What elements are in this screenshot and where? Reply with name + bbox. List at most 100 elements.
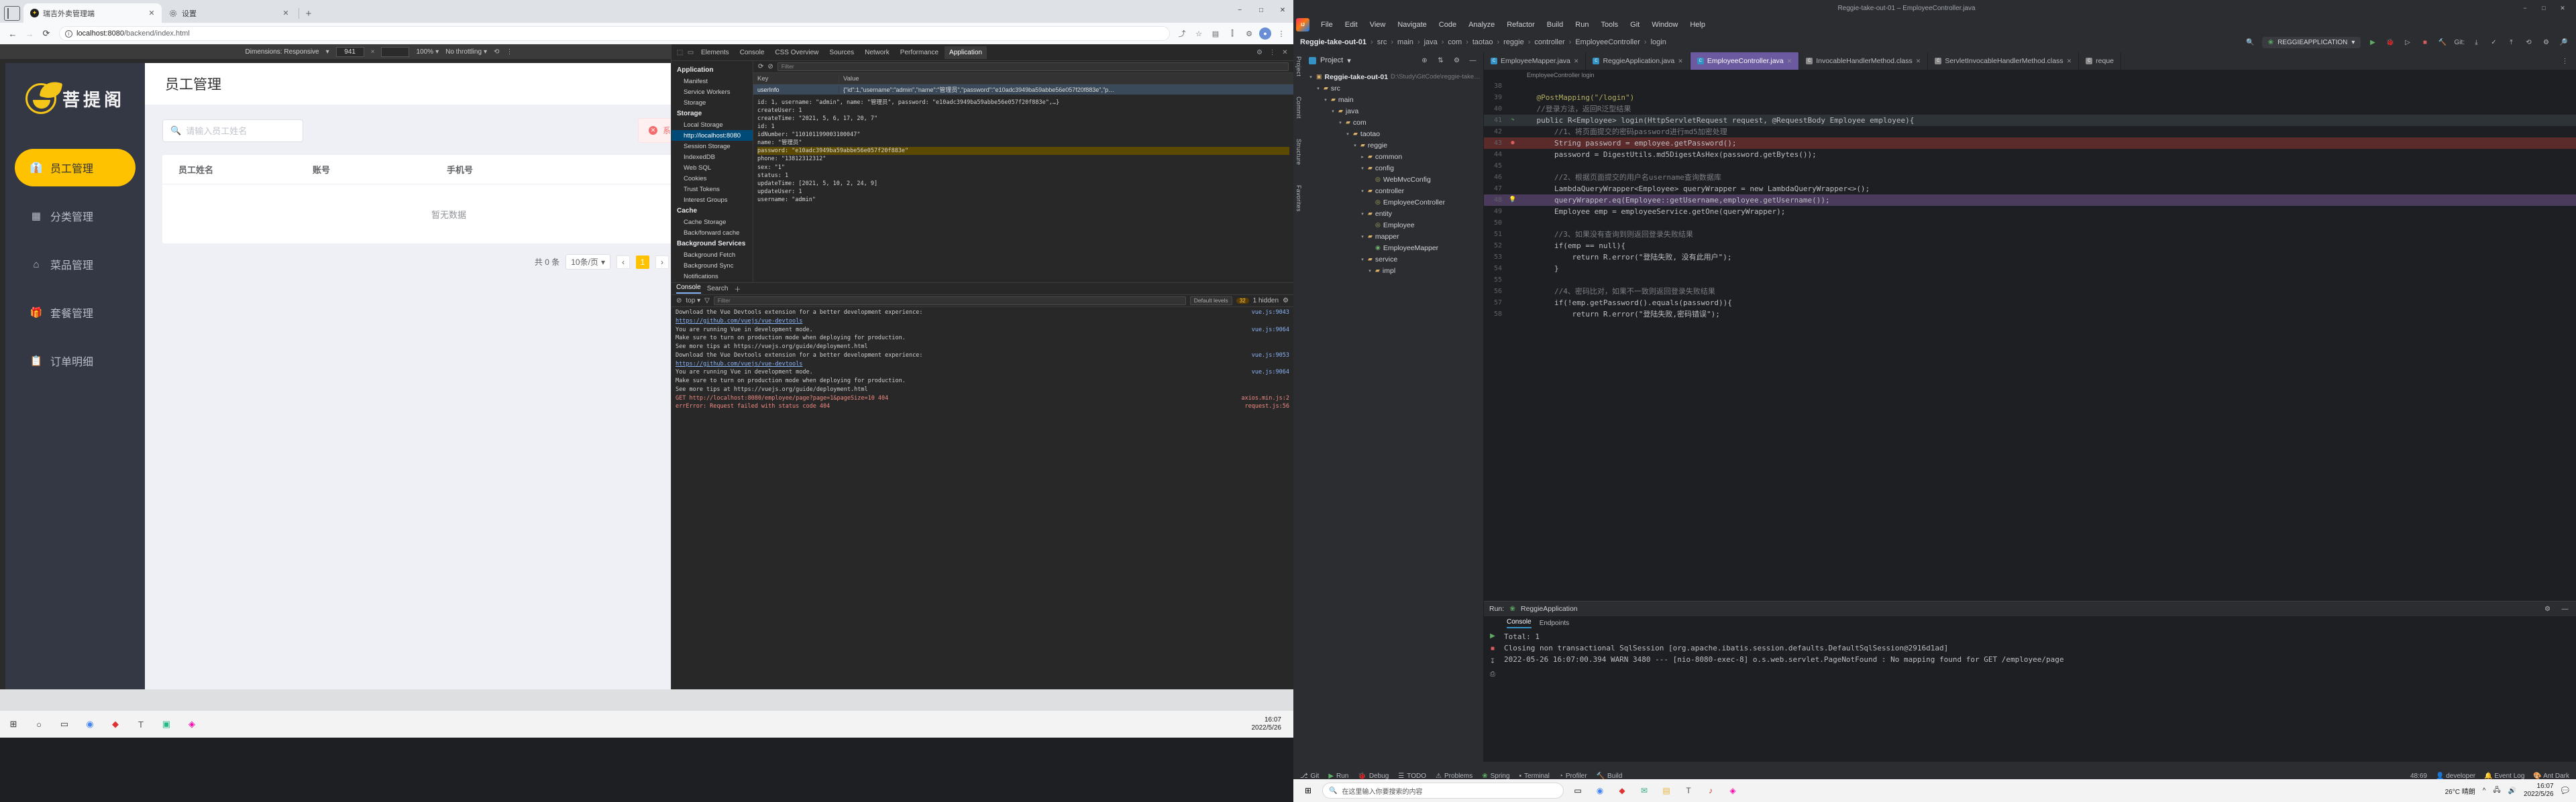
console-line-5-src[interactable]: vue.js:9053 (1252, 351, 1289, 360)
collections-icon[interactable]: ▤ (1209, 27, 1222, 40)
tree-item-background-fetch[interactable]: Background Fetch (672, 249, 753, 260)
project-tree-row[interactable]: ▾ ▰ reggie (1304, 139, 1483, 151)
menu-file[interactable]: File (1315, 19, 1339, 31)
tray-chevron-icon[interactable]: ^ (2483, 787, 2486, 795)
viewport-width-input[interactable]: 941 (335, 46, 364, 57)
project-tree-row[interactable]: ▾ ▰ service (1304, 253, 1483, 265)
search-icon[interactable]: 🔎 (2558, 37, 2569, 48)
kebab-icon[interactable]: ⋮ (2559, 56, 2571, 67)
search-icon[interactable]: ○ (31, 716, 47, 732)
editor-tab-1[interactable]: C ReggieApplication.java ✕ (1586, 52, 1690, 70)
chevron-down-icon[interactable]: ▾ (1347, 56, 1351, 65)
status-problems[interactable]: ⚠ Problems (1436, 772, 1472, 780)
kebab-icon[interactable]: ⋮ (506, 48, 513, 56)
close-icon[interactable]: ✕ (1678, 58, 1683, 65)
devtools-tab-sources[interactable]: Sources (824, 46, 859, 59)
chevron-down-icon[interactable]: ▾ (326, 48, 329, 56)
throttling-select[interactable]: No throttling ▾ (445, 48, 487, 56)
status-run[interactable]: ▶ Run (1328, 772, 1348, 780)
tree-item-manifest[interactable]: Manifest (672, 76, 753, 87)
menu-window[interactable]: Window (1646, 19, 1684, 31)
device-toggle-icon[interactable]: ▭ (686, 48, 695, 57)
status-build[interactable]: 🔨 Build (1597, 772, 1623, 780)
console-line-11-src[interactable]: request.js:56 (1244, 402, 1289, 411)
idea-icon[interactable]: ◈ (184, 716, 200, 732)
expand-arrow-icon[interactable]: ▾ (1360, 188, 1365, 194)
trace-icon[interactable]: ↧ (1490, 658, 1495, 665)
debug-icon[interactable]: 🐞 (2384, 37, 2396, 48)
prev-page-button[interactable]: ‹ (616, 255, 630, 269)
editor-tab-3[interactable]: C InvocableHandlerMethod.class ✕ (1799, 52, 1929, 70)
network-icon[interactable]: 🖧 (2493, 785, 2500, 797)
tree-item-indexeddb[interactable]: IndexedDB (672, 152, 753, 162)
crumb-src[interactable]: src (1377, 38, 1387, 46)
minimize-button[interactable]: − (1229, 0, 1250, 20)
rotate-icon[interactable]: ⟲ (494, 48, 499, 56)
qq-icon[interactable]: ◆ (1614, 783, 1630, 799)
zoom-select[interactable]: 100% ▾ (416, 48, 439, 56)
crumb-project[interactable]: Reggie-take-out-01 (1300, 38, 1366, 46)
page-size-select[interactable]: 10条/页 ▾ (566, 254, 610, 270)
share-icon[interactable]: ⤴ (1175, 27, 1189, 40)
toolwindow-favorites[interactable]: Favorites (1295, 185, 1302, 212)
qq-icon[interactable]: ◆ (107, 716, 123, 732)
menu-build[interactable]: Build (1541, 19, 1569, 31)
crumb-class[interactable]: EmployeeController (1575, 38, 1640, 46)
start-icon[interactable]: ⊞ (1300, 783, 1316, 799)
toolwindow-commit[interactable]: Commit (1295, 97, 1302, 119)
expand-arrow-icon[interactable]: ▾ (1360, 257, 1365, 262)
kebab-icon[interactable]: ⋮ (1268, 48, 1277, 57)
project-tree-row[interactable]: ▾ ▰ config (1304, 162, 1483, 174)
collapse-all-icon[interactable]: ⇅ (1435, 55, 1446, 66)
editor-tab-0[interactable]: C EmployeeMapper.java ✕ (1484, 52, 1587, 70)
sidebar-item-employee[interactable]: 👔 员工管理 (15, 149, 136, 186)
project-tree-row[interactable]: ◉ EmployeeMapper (1304, 242, 1483, 253)
tab-search-icon[interactable] (4, 6, 20, 21)
run-icon[interactable]: ▶ (2367, 37, 2378, 48)
menu-refactor[interactable]: Refactor (1501, 19, 1541, 31)
expand-arrow-icon[interactable]: ▾ (1360, 211, 1365, 217)
crumb-method[interactable]: login (1651, 38, 1666, 46)
event-log-label[interactable]: 🔔 Event Log (2484, 772, 2524, 780)
weather-indicator[interactable]: 26°C 晴朗 (2445, 786, 2475, 796)
status-terminal[interactable]: ▪ Terminal (1519, 772, 1550, 780)
project-tree-row[interactable]: ▾ ▣ Reggie-take-out-01 D:\Study\GitCode\reg… (1304, 71, 1483, 82)
project-tree-row[interactable]: ◎ EmployeeController (1304, 196, 1483, 208)
search-input[interactable]: 🔍 请输入员工姓名 (162, 119, 303, 142)
close-icon[interactable]: ✕ (1281, 48, 1289, 57)
settings-icon[interactable]: ⚙ (2542, 604, 2553, 615)
expand-arrow-icon[interactable]: ▾ (1323, 97, 1328, 103)
star-icon[interactable]: ☆ (1192, 27, 1205, 40)
rerun-icon[interactable]: ▶ (1490, 632, 1495, 640)
status-profiler[interactable]: ◔ Profiler (1559, 772, 1587, 780)
close-icon[interactable]: ✕ (147, 9, 156, 18)
menu-icon[interactable]: ⋮ (1275, 27, 1288, 40)
expand-arrow-icon[interactable]: ▾ (1360, 234, 1365, 239)
project-tree-row[interactable]: ▾ ▰ src (1304, 82, 1483, 94)
taskview-icon[interactable]: ▭ (1570, 783, 1586, 799)
crumb-reggie[interactable]: reggie (1503, 38, 1524, 46)
project-tree-row[interactable]: ▸ ▰ common (1304, 151, 1483, 162)
chrome-icon[interactable]: ◉ (1592, 783, 1608, 799)
caret-position[interactable]: 48:69 (2410, 772, 2427, 780)
settings-gear-icon[interactable]: ⚙ (1255, 48, 1264, 57)
console-line-2-src[interactable]: vue.js:9064 (1252, 326, 1289, 335)
crumb-main[interactable]: main (1397, 38, 1413, 46)
sidebar-item-dish[interactable]: ⌂ 菜品管理 (15, 245, 136, 283)
close-button[interactable]: ✕ (2553, 1, 2572, 15)
run-tab-console[interactable]: Console (1507, 618, 1532, 628)
console-filter-input[interactable]: Filter (713, 296, 1186, 305)
status-spring[interactable]: ❀ Spring (1482, 772, 1509, 780)
menu-git[interactable]: Git (1624, 19, 1646, 31)
project-tree-row[interactable]: ▾ ▰ mapper (1304, 231, 1483, 242)
drawer-tab-console[interactable]: Console (676, 284, 701, 294)
taskview-icon[interactable]: ▭ (56, 716, 72, 732)
menu-navigate[interactable]: Navigate (1391, 19, 1432, 31)
expand-arrow-icon[interactable]: ▾ (1308, 74, 1313, 80)
folder-icon[interactable]: ▤ (1658, 783, 1674, 799)
minimize-button[interactable]: − (2516, 1, 2534, 15)
project-tree-row[interactable]: ▾ ▰ entity (1304, 208, 1483, 219)
start-icon[interactable]: ⊞ (5, 716, 21, 732)
git-commit-icon[interactable]: ✓ (2488, 37, 2500, 48)
tree-item-local-storage[interactable]: Local Storage (672, 119, 753, 130)
